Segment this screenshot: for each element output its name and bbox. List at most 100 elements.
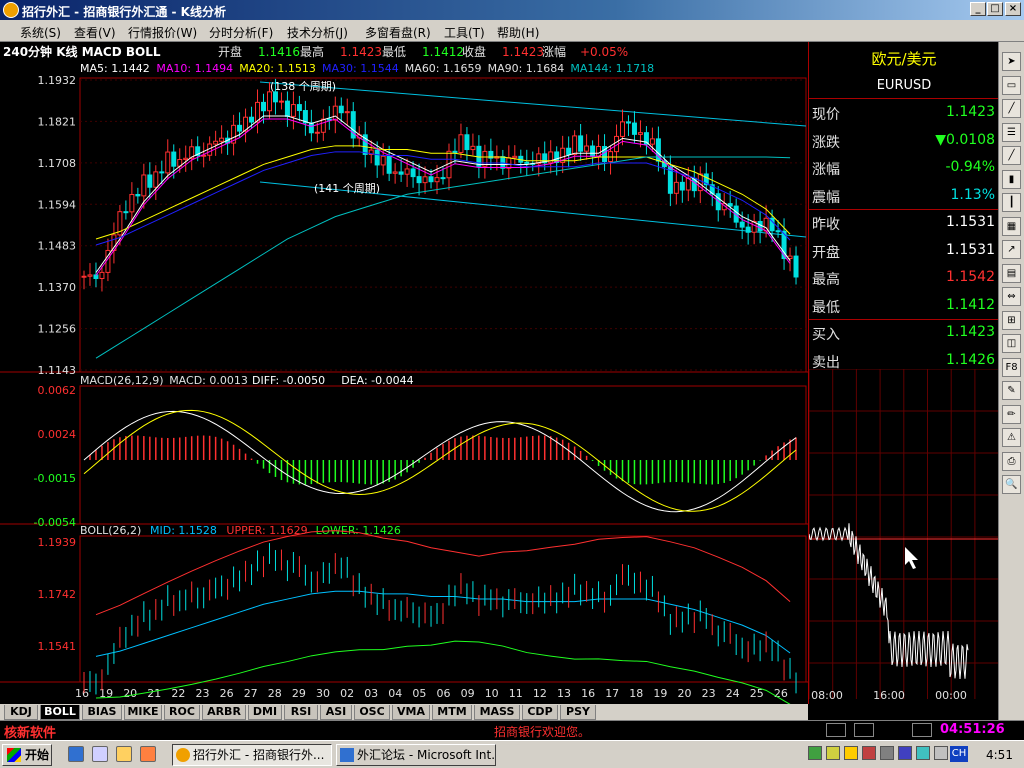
- intraday-mini-chart[interactable]: 08:00 16:00 00:00: [809, 369, 999, 704]
- pointer-icon[interactable]: ➤: [1002, 52, 1021, 71]
- status-bar: 核新软件 招商银行欢迎您。 04:51:26: [0, 720, 1024, 741]
- warning-icon[interactable]: ⚠: [1002, 428, 1021, 447]
- candle-body: [512, 155, 518, 159]
- pen-icon[interactable]: ✎: [1002, 381, 1021, 400]
- print-icon[interactable]: ⎙: [1002, 451, 1021, 471]
- candle-body: [284, 100, 290, 117]
- tab-asi[interactable]: ASI: [320, 705, 352, 720]
- quote-row: 开盘 1.1531: [809, 238, 999, 265]
- welcome-text: 招商银行欢迎您。: [494, 725, 591, 739]
- ime-indicator[interactable]: CH: [950, 746, 968, 762]
- tray-icon-7[interactable]: [916, 746, 930, 760]
- price-tick: 1.1932: [38, 74, 77, 87]
- app-shortcut-icon[interactable]: [140, 746, 156, 762]
- quote-value: 1.13%: [950, 186, 995, 203]
- f8-icon[interactable]: F8: [1002, 357, 1021, 377]
- desktop-icon[interactable]: [92, 746, 108, 762]
- menu-help[interactable]: 帮助(H): [497, 24, 539, 41]
- candle-body: [261, 101, 266, 112]
- price-tick: 1.1256: [38, 323, 77, 336]
- menu-multiwindow[interactable]: 多窗看盘(R): [365, 24, 431, 41]
- candle-body: [81, 275, 87, 278]
- indicator-icon[interactable]: ◫: [1002, 334, 1021, 353]
- candle-body: [338, 105, 344, 114]
- tray-icon-5[interactable]: [880, 746, 894, 760]
- menu-system[interactable]: 系统(S): [20, 24, 61, 41]
- tray-icon-4[interactable]: [862, 746, 876, 760]
- date-label: 03: [364, 687, 378, 700]
- minimize-button[interactable]: _: [970, 2, 986, 16]
- list-icon[interactable]: ☰: [1002, 122, 1021, 142]
- pencil-icon[interactable]: ✏: [1002, 404, 1021, 424]
- high-label: 最高: [300, 44, 324, 59]
- chart-icon[interactable]: ╱: [1002, 99, 1021, 118]
- maximize-button[interactable]: □: [987, 2, 1003, 16]
- candle-icon[interactable]: ┃: [1002, 193, 1021, 212]
- tab-mass[interactable]: MASS: [474, 705, 520, 720]
- menu-view[interactable]: 查看(V): [74, 24, 116, 41]
- task-forum-browser[interactable]: 外汇论坛 - Microsoft Int...: [336, 744, 496, 766]
- tab-roc[interactable]: ROC: [164, 705, 200, 720]
- tab-psy[interactable]: PSY: [560, 705, 596, 720]
- date-label: 13: [557, 687, 571, 700]
- price-tick: 1.1143: [38, 364, 77, 377]
- candle-body: [147, 174, 153, 188]
- candle-body: [649, 138, 655, 145]
- tab-bias[interactable]: BIAS: [82, 705, 122, 720]
- macd-tick: 0.0024: [38, 428, 77, 441]
- candle-body: [775, 230, 781, 233]
- compare-icon[interactable]: ⇔: [1002, 287, 1021, 306]
- menu-intraday[interactable]: 分时分析(F): [209, 24, 273, 41]
- tray-icon-6[interactable]: [898, 746, 912, 760]
- zoom-icon[interactable]: ⊞: [1002, 310, 1021, 330]
- table-icon[interactable]: ▤: [1002, 263, 1021, 283]
- tab-arbr[interactable]: ARBR: [202, 705, 246, 720]
- candle-body: [620, 121, 625, 137]
- tab-cdp[interactable]: CDP: [522, 705, 558, 720]
- chart-area[interactable]: 240分钟 K线 MACD BOLL 开盘 1.1416 最高 1.1423 最…: [0, 42, 808, 705]
- search-icon[interactable]: [116, 746, 132, 762]
- task-fx-app[interactable]: 招行外汇 - 招商银行外...: [172, 744, 332, 766]
- quote-row: 最高 1.1542: [809, 265, 999, 292]
- boll-tick: 1.1939: [38, 536, 77, 549]
- close-button[interactable]: ×: [1005, 2, 1021, 16]
- candle-body: [165, 151, 171, 174]
- tray-icon-1[interactable]: [808, 746, 822, 760]
- grid-icon[interactable]: ▦: [1002, 216, 1021, 236]
- candle-body: [141, 174, 147, 197]
- candle-body: [123, 211, 129, 214]
- tab-kdj[interactable]: KDJ: [4, 705, 38, 720]
- tab-vma[interactable]: VMA: [392, 705, 430, 720]
- tab-rsi[interactable]: RSI: [284, 705, 318, 720]
- tab-mtm[interactable]: MTM: [432, 705, 472, 720]
- status-clock: 04:51:26: [940, 722, 1005, 737]
- kline-chart[interactable]: 240分钟 K线 MACD BOLL 开盘 1.1416 最高 1.1423 最…: [0, 42, 808, 705]
- ie-icon[interactable]: [68, 746, 84, 762]
- menu-quotes[interactable]: 行情报价(W): [128, 24, 197, 41]
- tray-icon-3[interactable]: [844, 746, 858, 760]
- line-icon[interactable]: ╱: [1002, 146, 1021, 165]
- candle-body: [404, 168, 410, 175]
- start-button[interactable]: 开始: [2, 744, 52, 766]
- bar-icon[interactable]: ▮: [1002, 169, 1021, 189]
- macd-legend-item: DIFF: -0.0050: [252, 374, 325, 387]
- window-icon[interactable]: ▭: [1002, 75, 1021, 95]
- tray-icon-8[interactable]: [934, 746, 948, 760]
- windows-logo-icon: [7, 748, 21, 762]
- menu-tools[interactable]: 工具(T): [444, 24, 485, 41]
- candle-body: [308, 122, 314, 134]
- trend-icon[interactable]: ↗: [1002, 240, 1021, 259]
- tab-boll[interactable]: BOLL: [40, 705, 80, 720]
- menu-technical[interactable]: 技术分析(J): [287, 24, 348, 41]
- quote-label: 涨跌: [812, 134, 840, 151]
- ma-legend-item: MA144: 1.1718: [570, 62, 654, 75]
- price-tick: 1.1708: [38, 157, 77, 170]
- tab-osc[interactable]: OSC: [354, 705, 390, 720]
- candle-body: [386, 155, 392, 174]
- tab-mike[interactable]: MIKE: [124, 705, 162, 720]
- tray-icon-2[interactable]: [826, 746, 840, 760]
- change-label: 涨幅: [542, 44, 566, 59]
- tab-dmi[interactable]: DMI: [248, 705, 282, 720]
- search-icon[interactable]: 🔍: [1002, 475, 1021, 494]
- candle-body: [757, 220, 763, 232]
